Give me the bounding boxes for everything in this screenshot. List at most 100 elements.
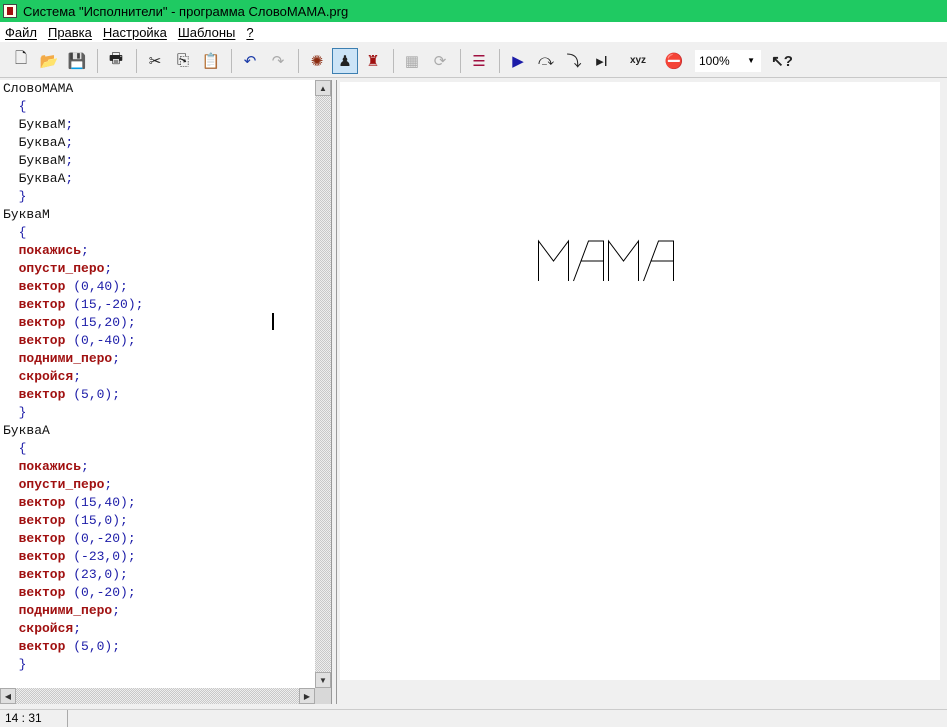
code-line: } xyxy=(0,188,315,206)
code-token: (0,-20); xyxy=(65,585,136,600)
code-line: вектор (15,-20); xyxy=(0,296,315,314)
letter-a-2 xyxy=(643,240,674,282)
print-icon[interactable]: 🖶 xyxy=(103,48,129,74)
code-token: БуквaA xyxy=(3,171,66,186)
new-file-icon[interactable]: 🗋 xyxy=(8,48,34,74)
zoom-select[interactable]: 100% ▼ xyxy=(695,49,761,72)
code-token: { xyxy=(3,441,27,456)
horizontal-scrollbar[interactable]: ◀ ▶ xyxy=(0,688,315,704)
menu-file[interactable]: Файл xyxy=(5,25,37,40)
code-token: (23,0); xyxy=(65,567,128,582)
code-line: покажись; xyxy=(0,242,315,260)
run-to-cursor-icon[interactable]: ▸I xyxy=(589,48,615,74)
letter-a-1 xyxy=(573,240,604,282)
variables-icon[interactable]: xyz xyxy=(625,48,651,74)
code-line: БуквaM; xyxy=(0,116,315,134)
code-token: БуквaA xyxy=(3,423,50,438)
code-line: { xyxy=(0,98,315,116)
help-cursor-icon[interactable]: ↖? xyxy=(769,48,795,74)
artist-icon[interactable]: ♟ xyxy=(332,47,358,74)
refresh-icon[interactable]: ⟳ xyxy=(427,48,453,74)
scroll-corner xyxy=(315,688,331,704)
scroll-up-button[interactable]: ▲ xyxy=(315,80,331,96)
code-line: вектор (-23,0); xyxy=(0,548,315,566)
grid-icon[interactable]: ▦ xyxy=(399,48,425,74)
turtle-icon[interactable]: ✺ xyxy=(304,48,330,74)
redo-icon[interactable]: ↷ xyxy=(265,48,291,74)
save-icon[interactable]: 💾 xyxy=(64,48,90,74)
copy-icon[interactable]: ⎘ xyxy=(170,48,196,74)
title-bar: Система "Исполнители" - программа СловоМ… xyxy=(0,0,947,22)
drawing xyxy=(538,239,674,282)
code-token: ; xyxy=(65,153,74,168)
code-keyword: вектор xyxy=(3,585,66,600)
vertical-scrollbar[interactable]: ▲ ▼ xyxy=(315,80,331,688)
code-line: вектор (0,40); xyxy=(0,278,315,296)
code-token: { xyxy=(3,99,27,114)
code-line: вектор (15,0); xyxy=(0,512,315,530)
stop-icon[interactable]: ⛔ xyxy=(661,48,687,74)
code-editor[interactable]: СловоМАМА { БуквaM; БуквaA; БуквaM; Букв… xyxy=(0,80,315,688)
code-line: опусти_перо; xyxy=(0,476,315,494)
step-over-icon[interactable]: ⤼ xyxy=(533,48,559,74)
code-token: (5,0); xyxy=(65,387,121,402)
window-title: Система "Исполнители" - программа СловоМ… xyxy=(23,3,349,19)
step-into-icon[interactable]: ⤵ xyxy=(561,48,587,74)
code-line: вектор (0,-20); xyxy=(0,584,315,602)
code-token: (15,20); xyxy=(65,315,136,330)
code-line: } xyxy=(0,656,315,674)
code-line: { xyxy=(0,440,315,458)
menu-settings[interactable]: Настройка xyxy=(103,25,167,40)
drawing-canvas xyxy=(340,82,940,680)
code-keyword: подними_перо xyxy=(3,351,113,366)
code-keyword: вектор xyxy=(3,387,66,402)
cursor-position: 14 : 31 xyxy=(0,710,68,727)
separator xyxy=(393,48,394,73)
code-token: ; xyxy=(65,135,74,150)
app-icon xyxy=(3,4,17,18)
code-token: ; xyxy=(112,351,121,366)
pane-splitter[interactable] xyxy=(331,80,337,704)
code-line: подними_перо; xyxy=(0,602,315,620)
code-line: вектор (23,0); xyxy=(0,566,315,584)
code-line: скройся; xyxy=(0,368,315,386)
code-keyword: вектор xyxy=(3,513,66,528)
code-keyword: вектор xyxy=(3,495,66,510)
code-keyword: вектор xyxy=(3,315,66,330)
code-line: вектор (15,40); xyxy=(0,494,315,512)
cut-icon[interactable]: ✂ xyxy=(142,48,168,74)
code-token: (15,40); xyxy=(65,495,136,510)
paste-icon[interactable]: 📋 xyxy=(198,48,224,74)
code-keyword: покажись xyxy=(3,243,82,258)
code-keyword: вектор xyxy=(3,531,66,546)
undo-icon[interactable]: ↶ xyxy=(237,48,263,74)
menu-templates[interactable]: Шаблоны xyxy=(178,25,236,40)
code-token: ; xyxy=(81,243,89,258)
code-keyword: вектор xyxy=(3,567,66,582)
code-keyword: вектор xyxy=(3,333,66,348)
code-keyword: скройся xyxy=(3,621,74,636)
code-line: вектор (15,20); xyxy=(0,314,315,332)
menu-help[interactable]: ? xyxy=(246,25,253,40)
letter-m-1 xyxy=(538,239,569,281)
code-token: (0,-20); xyxy=(65,531,136,546)
code-keyword: скройся xyxy=(3,369,74,384)
menu-edit[interactable]: Правка xyxy=(48,25,92,40)
scroll-left-button[interactable]: ◀ xyxy=(0,688,16,704)
status-bar: 14 : 31 xyxy=(0,709,947,727)
open-folder-icon[interactable]: 📂 xyxy=(36,48,62,74)
code-line: покажись; xyxy=(0,458,315,476)
code-token: ; xyxy=(104,477,113,492)
format-icon[interactable]: ☰ xyxy=(466,48,492,74)
robot-icon[interactable]: ♜ xyxy=(360,48,386,74)
run-icon[interactable]: ▶ xyxy=(505,48,531,74)
scroll-down-button[interactable]: ▼ xyxy=(315,672,331,688)
code-keyword: покажись xyxy=(3,459,82,474)
code-token: ; xyxy=(65,117,74,132)
scroll-right-button[interactable]: ▶ xyxy=(299,688,315,704)
code-line: { xyxy=(0,224,315,242)
code-token: БуквaM xyxy=(3,117,66,132)
code-token: (0,40); xyxy=(65,279,128,294)
code-token: (-23,0); xyxy=(65,549,136,564)
code-line: } xyxy=(0,404,315,422)
